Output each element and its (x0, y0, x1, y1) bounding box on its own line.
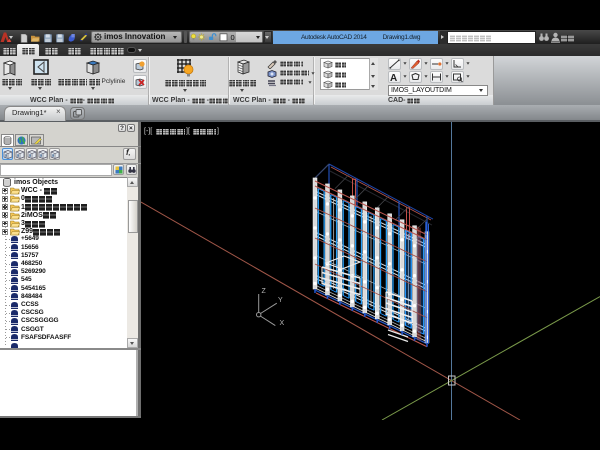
svg-text:X: X (280, 320, 285, 327)
svg-text:Y: Y (278, 297, 283, 304)
svg-text:A: A (390, 73, 397, 82)
svg-text:Z: Z (262, 288, 267, 295)
svg-text:0: 0 (231, 33, 235, 42)
